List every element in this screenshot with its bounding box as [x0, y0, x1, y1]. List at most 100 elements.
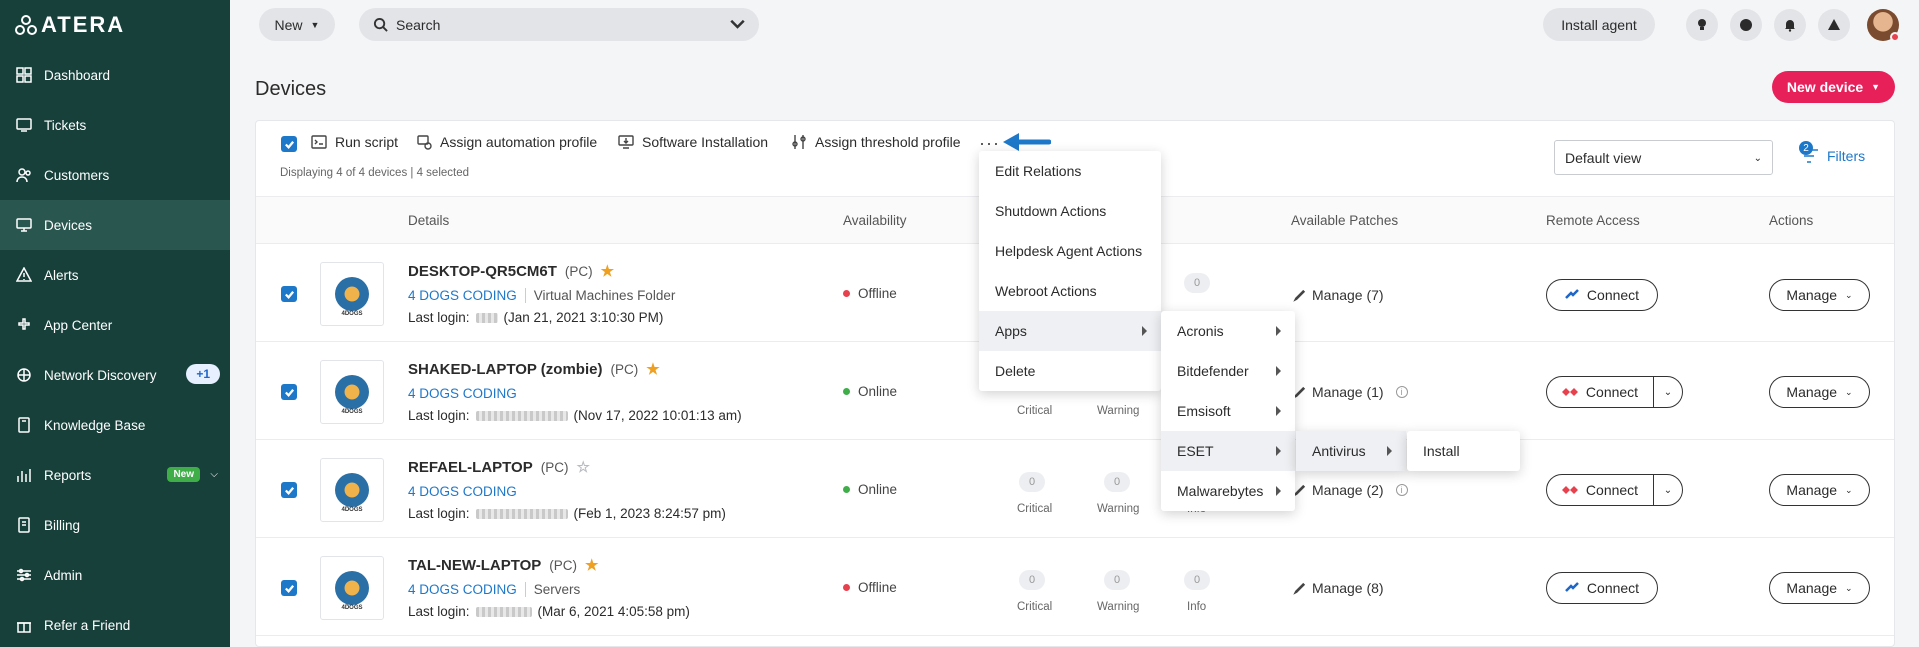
star-icon[interactable]: ★ [601, 262, 614, 280]
new-button[interactable]: New ▼ [259, 8, 335, 41]
menu-item-webroot-actions[interactable]: Webroot Actions [979, 271, 1161, 311]
chevron-down-icon: ⌄ [1845, 582, 1853, 593]
connect-button[interactable]: Connect [1546, 572, 1658, 604]
menu-item-apps[interactable]: Apps [979, 311, 1161, 351]
menu-item-helpdesk-agent-actions[interactable]: Helpdesk Agent Actions [979, 231, 1161, 271]
menu-item-acronis[interactable]: Acronis [1161, 311, 1295, 351]
menu-item-emsisoft[interactable]: Emsisoft [1161, 391, 1295, 431]
menu-item-edit-relations[interactable]: Edit Relations [979, 151, 1161, 191]
software-installation-button[interactable]: Software Installation [618, 134, 768, 150]
install-agent-button[interactable]: Install agent [1543, 8, 1655, 41]
atera-logo[interactable]: ATERA [15, 12, 125, 37]
menu-item-shutdown-actions[interactable]: Shutdown Actions [979, 191, 1161, 231]
menu-item-delete[interactable]: Delete [979, 351, 1161, 391]
last-login: Last login: (Mar 6, 2021 4:05:58 pm) [408, 604, 690, 619]
connect-options-dropdown[interactable]: ⌄ [1653, 474, 1683, 506]
avatar[interactable] [1867, 9, 1900, 42]
column-availability[interactable]: Availability [843, 213, 907, 228]
select-all-checkbox[interactable] [281, 136, 297, 152]
apps-submenu: Acronis Bitdefender Emsisoft ESET Malwar… [1161, 311, 1295, 511]
sidebar-item-app-center[interactable]: App Center [0, 300, 230, 350]
warning-count: 0 [1104, 472, 1130, 492]
sidebar-item-label: Refer a Friend [44, 617, 131, 633]
column-actions[interactable]: Actions [1769, 213, 1813, 228]
filters-count-badge: 2 [1799, 141, 1813, 155]
chevron-down-icon[interactable]: ⌵ [210, 469, 218, 480]
info-icon[interactable]: i [1395, 386, 1408, 398]
menu-item-antivirus[interactable]: Antivirus [1296, 431, 1406, 471]
new-device-label: New device [1786, 79, 1864, 95]
sidebar-item-devices[interactable]: Devices [0, 200, 230, 250]
device-name[interactable]: SHAKED-LAPTOP (zombie) (PC) ★ [408, 360, 660, 379]
sidebar-item-reports[interactable]: Reports New ⌵ [0, 450, 230, 500]
connect-button[interactable]: Connect [1546, 279, 1658, 311]
info-icon[interactable]: i [1395, 484, 1408, 496]
manage-button[interactable]: Manage ⌄ [1769, 572, 1870, 604]
run-script-button[interactable]: Run script [311, 134, 398, 150]
device-customer[interactable]: 4 DOGS CODING [408, 484, 517, 499]
manage-button[interactable]: Manage ⌄ [1769, 474, 1870, 506]
manage-button[interactable]: Manage ⌄ [1769, 279, 1870, 311]
row-checkbox[interactable] [281, 286, 297, 302]
new-device-button[interactable]: New device ▼ [1772, 71, 1895, 103]
info-count: 0 [1184, 570, 1210, 590]
sidebar-item-label: Customers [44, 167, 110, 183]
sidebar-item-knowledge-base[interactable]: Knowledge Base [0, 400, 230, 450]
menu-item-bitdefender[interactable]: Bitdefender [1161, 351, 1295, 391]
connect-options-dropdown[interactable]: ⌄ [1653, 376, 1683, 408]
row-checkbox[interactable] [281, 482, 297, 498]
warning-icon[interactable] [1818, 9, 1850, 41]
device-customer[interactable]: 4 DOGS CODING Servers [408, 582, 580, 597]
filters-button[interactable]: 2 Filters [1799, 141, 1865, 165]
column-remote-access[interactable]: Remote Access [1546, 213, 1640, 228]
row-checkbox[interactable] [281, 384, 297, 400]
info-label: Info [1187, 601, 1207, 613]
sidebar-item-network-discovery[interactable]: Network Discovery +1 [0, 350, 230, 400]
new-button-label: New [274, 16, 303, 33]
star-outline-icon[interactable]: ☆ [576, 458, 589, 476]
assign-threshold-profile-button[interactable]: Assign threshold profile [791, 134, 961, 150]
sidebar-item-label: App Center [44, 317, 113, 333]
view-select[interactable]: Default view ⌄ [1554, 140, 1773, 175]
sidebar-item-billing[interactable]: Billing [0, 500, 230, 550]
app-center-icon [16, 317, 32, 333]
sidebar-item-refer-a-friend[interactable]: Refer a Friend [0, 600, 230, 647]
device-name[interactable]: DESKTOP-QR5CM6T (PC) ★ [408, 262, 614, 281]
sidebar-item-dashboard[interactable]: Dashboard [0, 50, 230, 100]
row-checkbox[interactable] [281, 580, 297, 596]
manage-patches-link[interactable]: Manage (7) [1293, 287, 1384, 303]
sidebar-item-alerts[interactable]: Alerts [0, 250, 230, 300]
sidebar-item-customers[interactable]: Customers [0, 150, 230, 200]
menu-item-install[interactable]: Install [1407, 431, 1520, 471]
menu-item-eset[interactable]: ESET [1161, 431, 1295, 471]
manage-button[interactable]: Manage ⌄ [1769, 376, 1870, 408]
table-row[interactable]: 4DOGS TAL-NEW-LAPTOP (PC) ★ 4 DOGS CODING S… [256, 538, 1894, 636]
manage-patches-link[interactable]: Manage (8) [1293, 580, 1384, 596]
menu-item-malwarebytes[interactable]: Malwarebytes [1161, 471, 1295, 511]
connect-button[interactable]: Connect [1546, 376, 1654, 408]
device-name[interactable]: REFAEL-LAPTOP (PC) ☆ [408, 458, 590, 477]
manage-patches-link[interactable]: Manage (1) i [1293, 384, 1408, 400]
device-customer[interactable]: 4 DOGS CODING [408, 386, 517, 401]
connect-button[interactable]: Connect [1546, 474, 1654, 506]
search-input[interactable]: Search [359, 8, 759, 41]
bell-icon[interactable] [1774, 9, 1806, 41]
sidebar-item-label: Reports [44, 467, 92, 483]
device-customer[interactable]: 4 DOGS CODING Virtual Machines Folder [408, 288, 675, 303]
anydesk-icon [1561, 388, 1578, 396]
network-icon [16, 367, 32, 383]
column-available-patches[interactable]: Available Patches [1291, 213, 1398, 228]
sidebar-item-tickets[interactable]: Tickets [0, 100, 230, 150]
star-icon[interactable]: ★ [646, 360, 659, 378]
manage-patches-link[interactable]: Manage (2) i [1293, 482, 1408, 498]
last-login: Last login: (Nov 17, 2022 10:01:13 am) [408, 408, 742, 423]
chevron-down-icon[interactable] [730, 17, 745, 35]
sidebar-item-admin[interactable]: Admin [0, 550, 230, 600]
assign-automation-profile-button[interactable]: Assign automation profile [416, 134, 597, 150]
device-name[interactable]: TAL-NEW-LAPTOP (PC) ★ [408, 556, 599, 575]
lightbulb-icon[interactable] [1686, 9, 1718, 41]
star-icon[interactable]: ★ [585, 556, 598, 574]
table-row[interactable]: 4DOGS REFAEL-LAPTOP (PC) ☆ 4 DOGS CODING L… [256, 440, 1894, 538]
chat-icon[interactable] [1730, 9, 1762, 41]
column-details[interactable]: Details [408, 213, 449, 228]
